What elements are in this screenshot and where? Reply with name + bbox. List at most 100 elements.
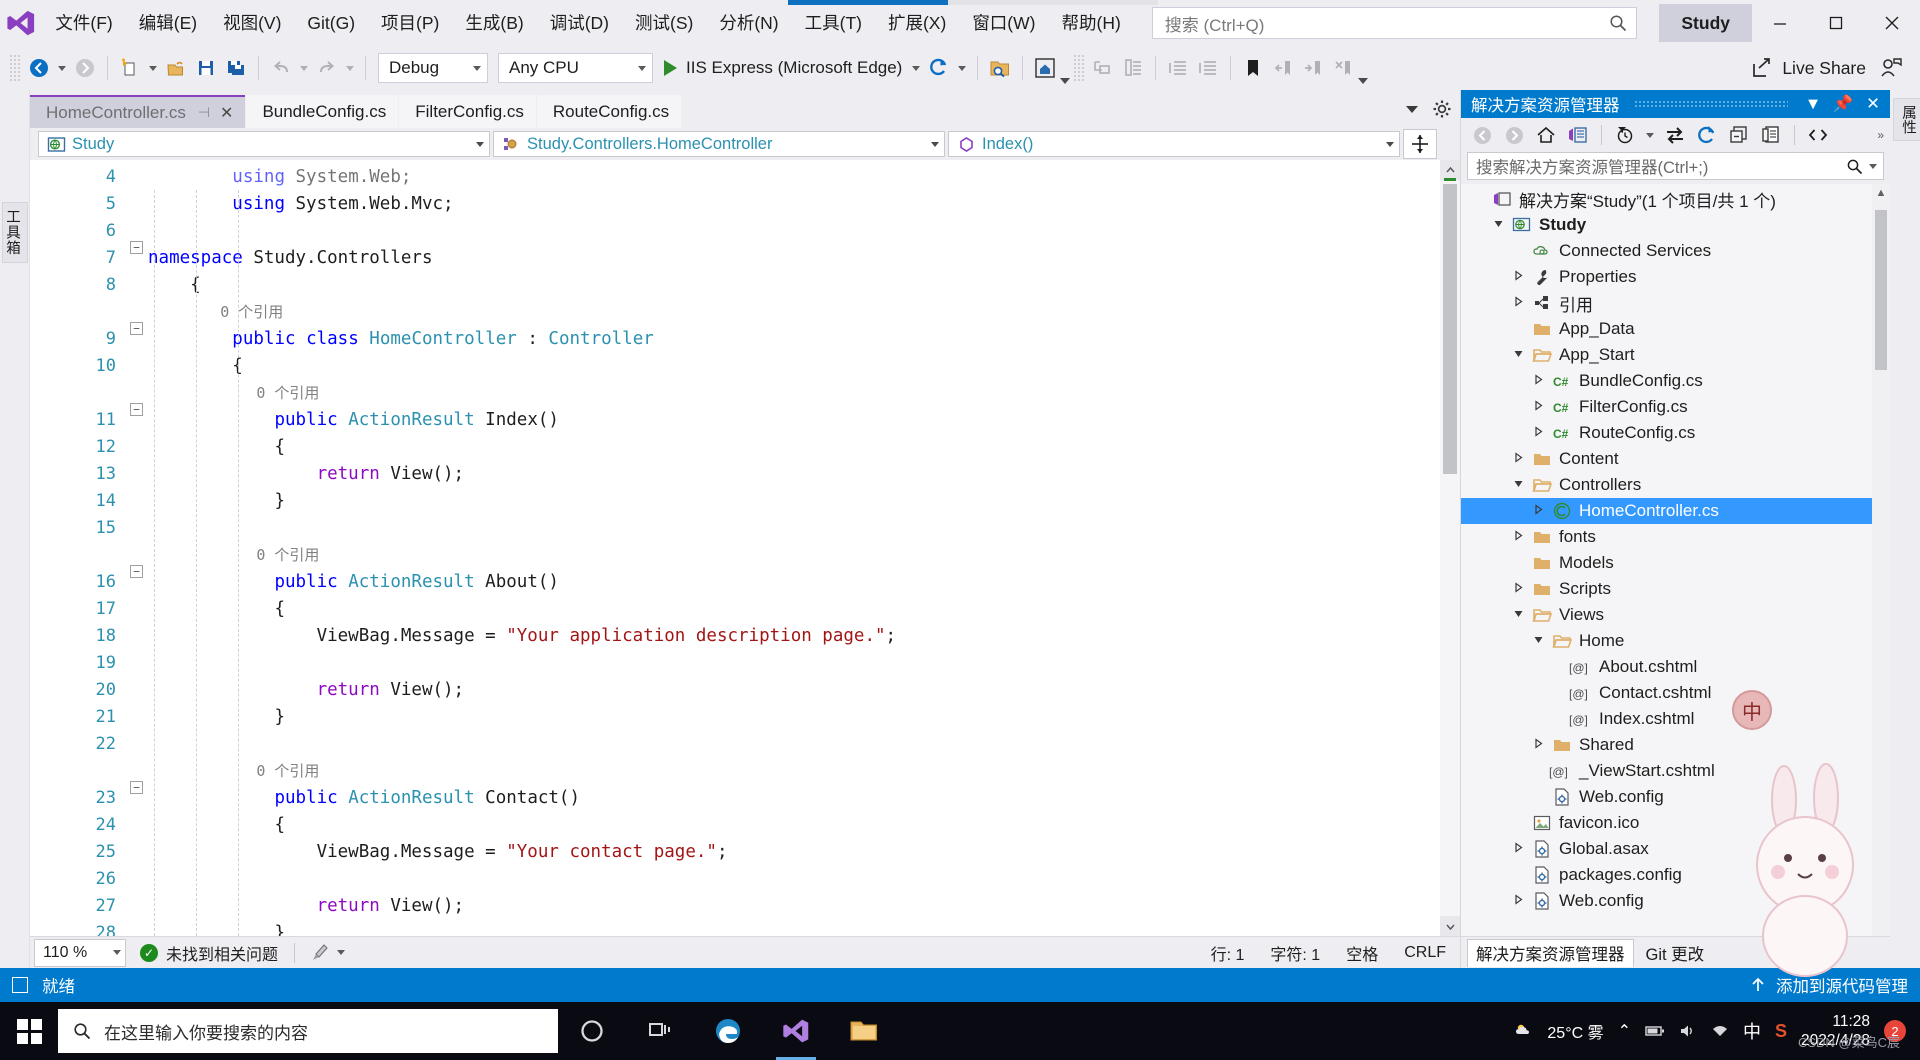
scroll-up-arrow[interactable]: ▲ bbox=[1872, 184, 1890, 202]
gear-icon[interactable] bbox=[1432, 99, 1452, 119]
battery-icon[interactable] bbox=[1645, 1024, 1665, 1038]
expander-open-icon[interactable] bbox=[1527, 634, 1549, 648]
ime-status-badge[interactable]: 中 bbox=[1732, 690, 1772, 730]
project-selector[interactable]: Study bbox=[38, 131, 490, 157]
tree-item[interactable]: Web.config bbox=[1461, 784, 1890, 810]
code-line[interactable]: } bbox=[148, 488, 1460, 515]
tree-item[interactable]: Web.config bbox=[1461, 888, 1890, 914]
maximize-button[interactable] bbox=[1808, 0, 1864, 46]
minimize-button[interactable] bbox=[1752, 0, 1808, 46]
filter-dropdown[interactable] bbox=[1642, 118, 1658, 152]
menu-test[interactable]: 测试(S) bbox=[622, 0, 706, 46]
redo-button[interactable] bbox=[312, 51, 342, 85]
tree-item[interactable]: [@] Contact.cshtml bbox=[1461, 680, 1890, 706]
tree-item[interactable]: C# BundleConfig.cs bbox=[1461, 368, 1890, 394]
code-editor[interactable]: 4 5 6 7 8 9 10 11 12 13 14 15 16 17 18 19 20 21 22 23 24 25 26… bbox=[30, 160, 1460, 936]
start-debugging-dropdown[interactable] bbox=[908, 51, 924, 85]
tree-item[interactable]: C# RouteConfig.cs bbox=[1461, 420, 1890, 446]
pin-icon[interactable]: ⊣ bbox=[198, 104, 210, 121]
previous-bookmark-button[interactable] bbox=[1268, 51, 1298, 85]
tree-item[interactable]: Connected Services bbox=[1461, 238, 1890, 264]
tree-item[interactable]: Global.asax bbox=[1461, 836, 1890, 862]
start-button[interactable] bbox=[0, 1002, 58, 1060]
code-line[interactable]: return View(); bbox=[148, 893, 1460, 920]
tree-item[interactable]: favicon.ico bbox=[1461, 810, 1890, 836]
tree-item[interactable]: C# FilterConfig.cs bbox=[1461, 394, 1890, 420]
sogou-icon[interactable]: S bbox=[1775, 1021, 1787, 1042]
code-line[interactable]: { bbox=[148, 272, 1460, 299]
tree-item[interactable]: 引用 bbox=[1461, 290, 1890, 316]
new-project-button[interactable] bbox=[115, 51, 145, 85]
code-line[interactable]: } bbox=[148, 920, 1460, 936]
solution-configuration-combo[interactable]: Debug bbox=[378, 53, 488, 83]
scrollbar-thumb[interactable] bbox=[1875, 210, 1887, 370]
navigate-back-button[interactable] bbox=[24, 51, 54, 85]
close-icon[interactable]: ✕ bbox=[220, 103, 233, 123]
tree-item[interactable]: Content bbox=[1461, 446, 1890, 472]
expander-closed-icon[interactable] bbox=[1527, 426, 1549, 440]
weather-icon[interactable] bbox=[1515, 1022, 1533, 1040]
scroll-up-arrow[interactable] bbox=[1440, 160, 1460, 180]
menu-tools[interactable]: 工具(T) bbox=[792, 0, 875, 46]
outlining-margin[interactable]: − − − − − bbox=[130, 160, 148, 936]
code-line[interactable]: ViewBag.Message = "Your application desc… bbox=[148, 623, 1460, 650]
edge-button[interactable] bbox=[694, 1002, 762, 1060]
tree-item[interactable]: Scripts bbox=[1461, 576, 1890, 602]
solution-explorer-home-button[interactable] bbox=[1030, 51, 1060, 85]
chevron-up-icon[interactable]: ⌃ bbox=[1618, 1021, 1631, 1041]
task-view-button[interactable] bbox=[626, 1002, 694, 1060]
outlining-toggle[interactable]: − bbox=[130, 322, 148, 349]
member-selector[interactable]: Index() bbox=[948, 131, 1400, 157]
expander-closed-icon[interactable] bbox=[1507, 582, 1529, 596]
expander-open-icon[interactable] bbox=[1507, 608, 1529, 622]
tree-item[interactable]: Properties bbox=[1461, 264, 1890, 290]
code-cleanup-button[interactable] bbox=[311, 943, 346, 963]
active-files-dropdown-icon[interactable] bbox=[1406, 105, 1418, 113]
toolbar-overflow-chevron-icon[interactable]: » bbox=[1877, 128, 1884, 142]
toolbox-tab[interactable]: 工具箱 bbox=[2, 202, 28, 263]
invite-user-button[interactable] bbox=[1876, 51, 1906, 85]
properties-button[interactable] bbox=[1756, 121, 1786, 149]
code-line[interactable]: public ActionResult Index() bbox=[148, 407, 1460, 434]
tree-item[interactable]: HomeController.cs bbox=[1461, 498, 1890, 524]
close-button[interactable] bbox=[1864, 0, 1920, 46]
tree-item[interactable]: Study bbox=[1461, 212, 1890, 238]
menu-project[interactable]: 项目(P) bbox=[368, 0, 452, 46]
code-line[interactable] bbox=[148, 866, 1460, 893]
ime-chinese-icon[interactable]: 中 bbox=[1743, 1018, 1761, 1044]
menu-git[interactable]: Git(G) bbox=[294, 0, 368, 46]
undo-button[interactable] bbox=[266, 51, 296, 85]
titlebar-grip[interactable] bbox=[1633, 100, 1788, 108]
navigate-back-dropdown[interactable] bbox=[54, 51, 70, 85]
expander-closed-icon[interactable] bbox=[1507, 296, 1529, 310]
pending-changes-filter-button[interactable] bbox=[1610, 121, 1640, 149]
solution-explorer-scrollbar[interactable]: ▲ bbox=[1872, 184, 1890, 936]
collapse-all-button[interactable] bbox=[1724, 121, 1754, 149]
file-explorer-button[interactable] bbox=[830, 1002, 898, 1060]
preview-changes-button[interactable] bbox=[1088, 51, 1118, 85]
code-line[interactable]: { bbox=[148, 434, 1460, 461]
codelens-line[interactable]: 0 个引用 bbox=[148, 380, 1460, 407]
tree-item[interactable]: Models bbox=[1461, 550, 1890, 576]
char-indicator[interactable]: 字符: 1 bbox=[1270, 941, 1320, 965]
code-line[interactable]: } bbox=[148, 704, 1460, 731]
menu-debug[interactable]: 调试(D) bbox=[537, 0, 622, 46]
scrollbar-thumb[interactable] bbox=[1443, 184, 1457, 474]
back-button[interactable] bbox=[1467, 121, 1497, 149]
expander-closed-icon[interactable] bbox=[1527, 504, 1549, 518]
code-line[interactable]: { bbox=[148, 596, 1460, 623]
toolbar-grip-2[interactable] bbox=[1073, 54, 1086, 82]
pin-icon[interactable]: 📌 bbox=[1832, 95, 1854, 114]
open-file-button[interactable] bbox=[161, 51, 191, 85]
spaces-indicator[interactable]: 空格 bbox=[1346, 941, 1378, 965]
toolbar-grip[interactable] bbox=[9, 54, 21, 82]
find-in-files-button[interactable] bbox=[985, 51, 1015, 85]
menu-view[interactable]: 视图(V) bbox=[210, 0, 294, 46]
refresh-button[interactable] bbox=[1692, 121, 1722, 149]
start-debugging-button[interactable]: IIS Express (Microsoft Edge) bbox=[658, 51, 908, 85]
expander-open-icon[interactable] bbox=[1507, 478, 1529, 492]
indent-button[interactable] bbox=[1163, 51, 1193, 85]
type-selector[interactable]: Study.Controllers.HomeController bbox=[493, 131, 945, 157]
next-bookmark-button[interactable] bbox=[1298, 51, 1328, 85]
expander-closed-icon[interactable] bbox=[1527, 400, 1549, 414]
